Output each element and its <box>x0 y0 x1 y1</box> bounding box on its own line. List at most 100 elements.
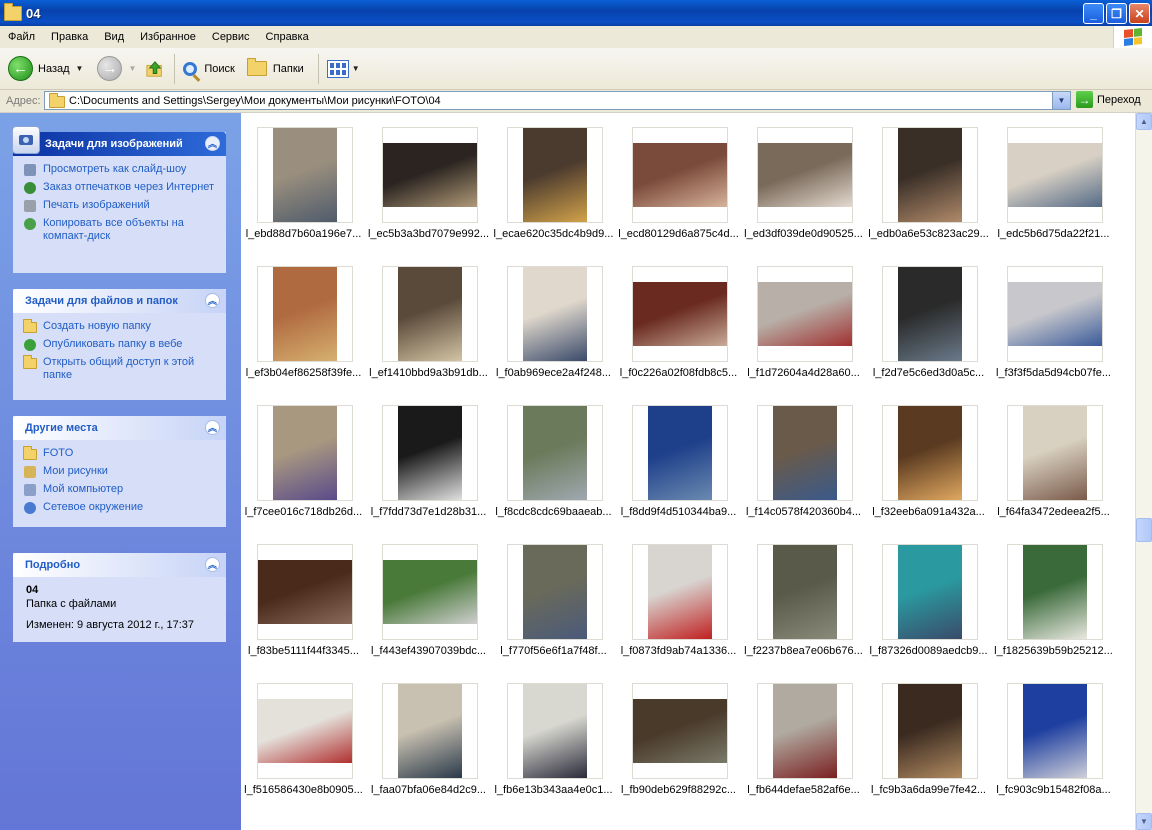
scroll-up-button[interactable]: ▲ <box>1136 113 1152 130</box>
file-thumbnail[interactable] <box>1007 683 1103 779</box>
file-thumbnail[interactable] <box>757 405 853 501</box>
file-thumbnail[interactable] <box>632 405 728 501</box>
file-item[interactable]: l_edb0a6e53c823ac29... <box>866 117 991 247</box>
file-item[interactable]: l_f770f56e6f1a7f48f... <box>491 534 616 664</box>
file-item[interactable]: l_edc5b6d75da22f21... <box>991 117 1116 247</box>
file-thumbnail[interactable] <box>632 544 728 640</box>
place-my-computer-link[interactable]: Мой компьютер <box>23 483 216 497</box>
collapse-chevron-icon[interactable]: ︽ <box>205 293 220 308</box>
file-item[interactable]: l_ecd80129d6a875c4d... <box>616 117 741 247</box>
file-thumbnail[interactable] <box>382 683 478 779</box>
file-item[interactable]: l_ebd88d7b60a196e7... <box>241 117 366 247</box>
menu-help[interactable]: Справка <box>258 31 317 43</box>
file-item[interactable]: l_f0c226a02f08fdb8c5... <box>616 256 741 386</box>
publish-folder-link[interactable]: Опубликовать папку в вебе <box>23 338 216 352</box>
file-item[interactable]: l_f7fdd73d7e1d28b31... <box>366 395 491 525</box>
close-button[interactable]: ✕ <box>1129 3 1150 24</box>
file-thumbnail[interactable] <box>257 127 353 223</box>
file-thumbnail[interactable] <box>507 544 603 640</box>
up-button[interactable] <box>140 52 170 86</box>
address-dropdown-icon[interactable]: ▼ <box>1052 92 1070 109</box>
minimize-button[interactable]: _ <box>1083 3 1104 24</box>
scroll-thumb[interactable] <box>1136 518 1152 542</box>
file-item[interactable]: l_ed3df039de0d90525... <box>741 117 866 247</box>
file-item[interactable]: l_fc9b3a6da99e7fe42... <box>866 673 991 803</box>
file-item[interactable]: l_f1d72604a4d28a60... <box>741 256 866 386</box>
slideshow-link[interactable]: Просмотреть как слайд-шоу <box>23 163 216 177</box>
file-thumbnail[interactable] <box>1007 544 1103 640</box>
print-images-link[interactable]: Печать изображений <box>23 199 216 213</box>
forward-button[interactable]: → ▼ <box>93 52 140 86</box>
file-thumbnail[interactable] <box>382 127 478 223</box>
file-item[interactable]: l_f2237b8ea7e06b676... <box>741 534 866 664</box>
file-item[interactable]: l_fb6e13b343aa4e0c1... <box>491 673 616 803</box>
file-item[interactable]: l_f87326d0089aedcb9... <box>866 534 991 664</box>
file-item[interactable]: l_f3f3f5da5d94cb07fe... <box>991 256 1116 386</box>
file-item[interactable]: l_f64fa3472edeea2f5... <box>991 395 1116 525</box>
file-item[interactable]: l_ecae620c35dc4b9d9... <box>491 117 616 247</box>
file-item[interactable]: l_fb90deb629f88292c... <box>616 673 741 803</box>
menu-view[interactable]: Вид <box>96 31 132 43</box>
file-thumbnail[interactable] <box>632 683 728 779</box>
file-thumbnail[interactable] <box>257 405 353 501</box>
details-header[interactable]: Подробно ︽ <box>13 553 226 577</box>
file-thumbnail[interactable] <box>757 127 853 223</box>
other-places-header[interactable]: Другие места ︽ <box>13 416 226 440</box>
file-thumbnail[interactable] <box>757 266 853 362</box>
file-item[interactable]: l_f0873fd9ab74a1336... <box>616 534 741 664</box>
file-item[interactable]: l_f516586430e8b0905... <box>241 673 366 803</box>
file-item[interactable]: l_fc903c9b15482f08a... <box>991 673 1116 803</box>
file-thumbnail[interactable] <box>757 683 853 779</box>
file-item[interactable]: l_f443ef43907039bdc... <box>366 534 491 664</box>
file-thumbnail[interactable] <box>757 544 853 640</box>
views-button[interactable]: ▼ <box>323 52 364 86</box>
file-thumbnail[interactable] <box>1007 127 1103 223</box>
file-thumbnail[interactable] <box>632 127 728 223</box>
file-thumbnail[interactable] <box>382 266 478 362</box>
file-thumbnail[interactable] <box>507 683 603 779</box>
image-tasks-header[interactable]: Задачи для изображений ︽ <box>12 126 226 156</box>
file-thumbnail[interactable] <box>257 266 353 362</box>
new-folder-link[interactable]: Создать новую папку <box>23 318 216 334</box>
file-thumbnail[interactable] <box>632 266 728 362</box>
file-thumbnail[interactable] <box>257 544 353 640</box>
file-thumbnail[interactable] <box>1007 405 1103 501</box>
collapse-chevron-icon[interactable]: ︽ <box>205 136 220 151</box>
copy-to-cd-link[interactable]: Копировать все объекты на компакт-диск <box>23 217 216 243</box>
file-thumbnail[interactable] <box>382 544 478 640</box>
search-button[interactable]: Поиск <box>179 52 238 86</box>
file-item[interactable]: l_f32eeb6a091a432a... <box>866 395 991 525</box>
folders-button[interactable]: Папки <box>243 52 308 86</box>
back-button[interactable]: ← Назад ▼ <box>4 52 87 86</box>
place-my-pictures-link[interactable]: Мои рисунки <box>23 465 216 479</box>
place-network-link[interactable]: Сетевое окружение <box>23 501 216 515</box>
share-folder-link[interactable]: Открыть общий доступ к этой папке <box>23 354 216 382</box>
file-thumbnail[interactable] <box>882 544 978 640</box>
file-thumbnail[interactable] <box>882 127 978 223</box>
file-item[interactable]: l_f8cdc8cdc69baaeab... <box>491 395 616 525</box>
menu-edit[interactable]: Правка <box>43 31 96 43</box>
file-tasks-header[interactable]: Задачи для файлов и папок ︽ <box>13 289 226 313</box>
views-dropdown-icon[interactable]: ▼ <box>352 64 360 73</box>
scroll-down-button[interactable]: ▼ <box>1136 813 1152 830</box>
back-dropdown-icon[interactable]: ▼ <box>76 64 84 73</box>
file-item[interactable]: l_faa07bfa06e84d2c9... <box>366 673 491 803</box>
file-item[interactable]: l_fb644defae582af6e... <box>741 673 866 803</box>
file-thumbnail[interactable] <box>257 683 353 779</box>
address-field[interactable]: C:\Documents and Settings\Sergey\Мои док… <box>44 91 1071 110</box>
menu-favorites[interactable]: Избранное <box>132 31 204 43</box>
file-thumbnail[interactable] <box>1007 266 1103 362</box>
file-thumbnail[interactable] <box>507 127 603 223</box>
go-button[interactable]: → Переход <box>1076 91 1141 108</box>
file-item[interactable]: l_ec5b3a3bd7079e992... <box>366 117 491 247</box>
file-view[interactable]: l_ebd88d7b60a196e7... l_ec5b3a3bd7079e992… <box>241 113 1135 830</box>
file-thumbnail[interactable] <box>882 683 978 779</box>
file-item[interactable]: l_f8dd9f4d510344ba9... <box>616 395 741 525</box>
order-prints-link[interactable]: Заказ отпечатков через Интернет <box>23 181 216 195</box>
file-thumbnail[interactable] <box>507 405 603 501</box>
collapse-chevron-icon[interactable]: ︽ <box>205 420 220 435</box>
file-item[interactable]: l_ef3b04ef86258f39fe... <box>241 256 366 386</box>
file-item[interactable]: l_f2d7e5c6ed3d0a5c... <box>866 256 991 386</box>
menu-file[interactable]: Файл <box>0 31 43 43</box>
file-item[interactable]: l_f0ab969ece2a4f248... <box>491 256 616 386</box>
